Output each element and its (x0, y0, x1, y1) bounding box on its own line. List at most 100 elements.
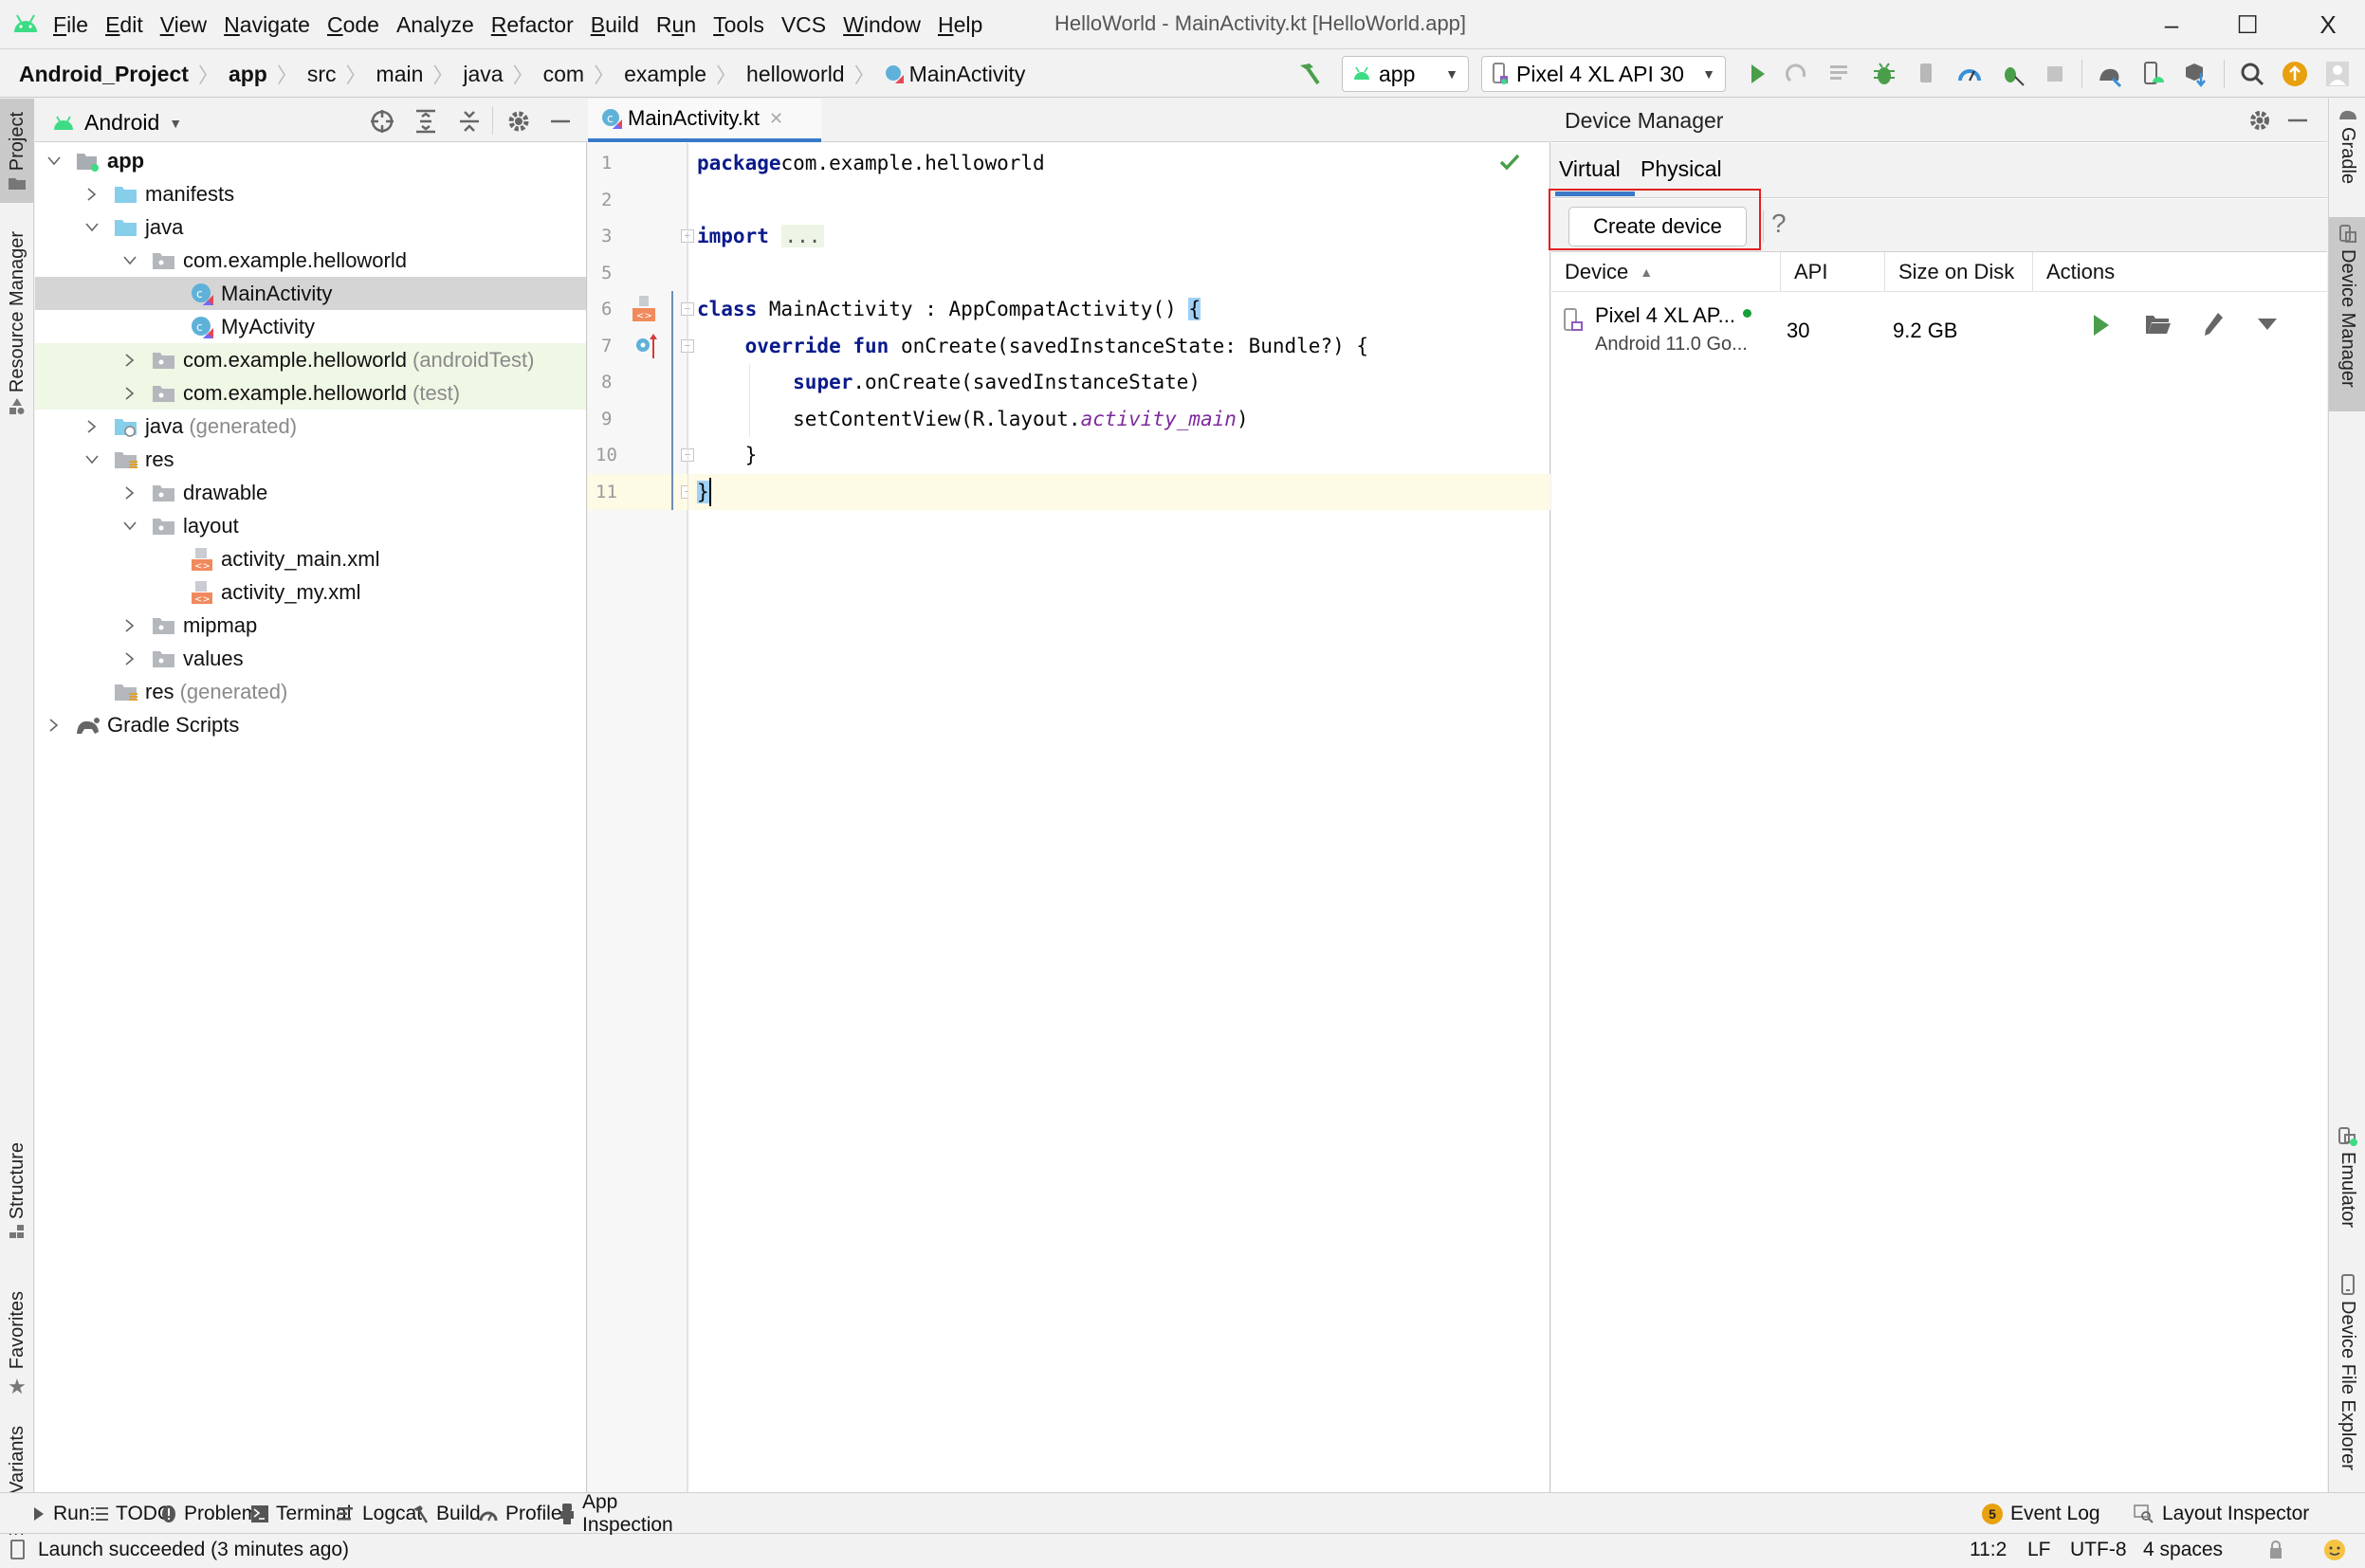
make-project-hammer-icon[interactable] (1294, 60, 1323, 88)
device-row[interactable]: Pixel 4 XL AP... Android 11.0 Go... 30 9… (1551, 292, 2327, 368)
project-view-select[interactable]: Android ▼ (52, 110, 182, 136)
chevron-down-icon[interactable] (120, 251, 139, 270)
tree-item[interactable]: c MyActivity (35, 310, 586, 343)
tab-mainactivity-kt[interactable]: c MainActivity.kt ✕ (588, 99, 821, 142)
chevron-right-icon[interactable] (120, 351, 139, 370)
project-tool-tab[interactable]: Project (0, 99, 34, 203)
chevron-right-icon[interactable] (82, 185, 101, 204)
code-area[interactable]: package com.example.helloworld import ... c… (588, 143, 1550, 1492)
menu-item-help[interactable]: Help (938, 12, 982, 38)
collapse-all-icon[interactable] (456, 108, 483, 135)
open-folder-icon[interactable] (2145, 313, 2172, 336)
menu-item-navigate[interactable]: Navigate (224, 12, 310, 38)
bottom-tool-terminal[interactable]: Terminal (251, 1493, 351, 1535)
tree-item[interactable]: res (35, 443, 586, 476)
more-actions-chevron-icon[interactable] (2257, 317, 2278, 332)
debug-icon[interactable] (1870, 60, 1898, 88)
device-file-explorer-tool-tab[interactable]: Device File Explorer (2329, 1274, 2365, 1492)
chevron-right-icon[interactable] (120, 384, 139, 403)
menu-item-build[interactable]: Build (591, 12, 639, 38)
breadcrumb-item[interactable]: MainActivity (909, 62, 1026, 87)
minimize-button[interactable]: – (2138, 6, 2205, 44)
tree-item[interactable]: mipmap (35, 609, 586, 642)
chevron-down-icon[interactable] (82, 450, 101, 469)
run-config-select[interactable]: app ▼ (1342, 56, 1469, 92)
menu-item-run[interactable]: Run (656, 12, 696, 38)
menu-item-vcs[interactable]: VCS (781, 12, 826, 38)
breadcrumb-item[interactable]: main (376, 62, 424, 87)
bottom-tool-app-inspection[interactable]: App Inspection (559, 1491, 673, 1536)
line-separator[interactable]: LF (2027, 1535, 2051, 1564)
layout-inspector-tool[interactable]: Layout Inspector (2134, 1493, 2309, 1535)
tree-item[interactable]: com.example.helloworld (androidTest) (35, 343, 586, 376)
expand-all-icon[interactable] (412, 108, 439, 135)
menu-item-file[interactable]: File (53, 12, 88, 38)
device-select[interactable]: Pixel 4 XL API 30 ▼ (1481, 56, 1726, 92)
maximize-button[interactable]: ☐ (2214, 6, 2281, 44)
bottom-tool-build[interactable]: Build (412, 1493, 481, 1535)
chevron-right-icon[interactable] (120, 616, 139, 635)
caret-position[interactable]: 11:2 (1970, 1535, 2007, 1564)
close-button[interactable]: X (2295, 6, 2361, 44)
inspection-face-icon[interactable] (2323, 1535, 2346, 1564)
hide-panel-icon[interactable] (2285, 108, 2310, 133)
tree-item[interactable]: manifests (35, 177, 586, 210)
column-header-size[interactable]: Size on Disk (1885, 252, 2033, 292)
debug-attach-icon[interactable] (1998, 60, 2026, 88)
update-available-icon[interactable] (2281, 60, 2309, 88)
tree-item[interactable]: Gradle Scripts (35, 708, 586, 741)
gradle-tool-tab[interactable]: Gradle (2329, 106, 2365, 210)
menu-item-refactor[interactable]: Refactor (491, 12, 574, 38)
breadcrumb-item[interactable]: Android_Project (19, 62, 189, 87)
bottom-tool-profiler[interactable]: Profiler (479, 1493, 569, 1535)
chevron-down-icon[interactable] (82, 218, 101, 237)
event-log-tool[interactable]: 5 Event Log (1982, 1493, 2100, 1535)
apply-changes-restart-icon[interactable] (1783, 60, 1811, 88)
file-encoding[interactable]: UTF-8 (2070, 1535, 2127, 1564)
edit-pencil-icon[interactable] (2202, 311, 2225, 337)
chevron-down-icon[interactable] (120, 517, 139, 536)
user-account-icon[interactable] (2323, 60, 2352, 88)
help-icon[interactable]: ? (1771, 209, 1787, 239)
tree-item[interactable]: java (generated) (35, 410, 586, 443)
breadcrumb-item[interactable]: app (229, 62, 267, 87)
apply-code-changes-icon[interactable] (1825, 60, 1854, 88)
tree-item[interactable]: drawable (35, 476, 586, 509)
resource-manager-tool-tab[interactable]: Resource Manager (0, 231, 34, 535)
column-header-actions[interactable]: Actions (2033, 252, 2327, 292)
tree-item[interactable]: layout (35, 509, 586, 542)
breadcrumb-item[interactable]: example (624, 62, 706, 87)
tree-item[interactable]: c MainActivity (35, 277, 586, 310)
chevron-right-icon[interactable] (45, 716, 64, 735)
column-header-device[interactable]: Device ▲ (1551, 252, 1781, 292)
sdk-manager-icon[interactable] (2181, 60, 2209, 88)
tree-item[interactable]: com.example.helloworld (test) (35, 376, 586, 410)
tree-item[interactable]: <> activity_my.xml (35, 575, 586, 609)
profiler-icon[interactable] (1955, 60, 1984, 88)
emulator-tool-tab[interactable]: Emulator (2329, 1127, 2365, 1269)
breadcrumb-item[interactable]: helloworld (746, 62, 845, 87)
breadcrumb-item[interactable]: com (543, 62, 584, 87)
attach-debugger-icon[interactable] (1913, 60, 1941, 88)
breadcrumb-item[interactable]: src (307, 62, 337, 87)
device-manager-tool-tab[interactable]: Device Manager (2329, 217, 2365, 411)
device-manager-toolbar-icon[interactable] (2138, 60, 2167, 88)
menu-item-code[interactable]: Code (327, 12, 379, 38)
folded-imports[interactable]: ... (780, 225, 825, 247)
breadcrumb-item[interactable]: java (463, 62, 503, 87)
lock-icon[interactable] (2268, 1535, 2283, 1564)
run-icon[interactable] (1743, 60, 1771, 88)
gradle-sync-icon[interactable] (2096, 60, 2124, 88)
menu-item-edit[interactable]: Edit (105, 12, 143, 38)
tab-virtual[interactable]: Virtual (1559, 143, 1621, 194)
launch-device-icon[interactable] (2090, 313, 2113, 337)
tree-item[interactable]: values (35, 642, 586, 675)
stop-icon[interactable] (2041, 60, 2069, 88)
hide-panel-icon[interactable] (547, 108, 574, 135)
column-header-api[interactable]: API (1781, 252, 1885, 292)
gear-icon[interactable] (2247, 108, 2272, 133)
tree-item[interactable]: java (35, 210, 586, 244)
status-message[interactable]: Launch succeeded (3 minutes ago) (9, 1535, 349, 1564)
menu-item-tools[interactable]: Tools (713, 12, 764, 38)
tab-physical[interactable]: Physical (1641, 143, 1722, 194)
